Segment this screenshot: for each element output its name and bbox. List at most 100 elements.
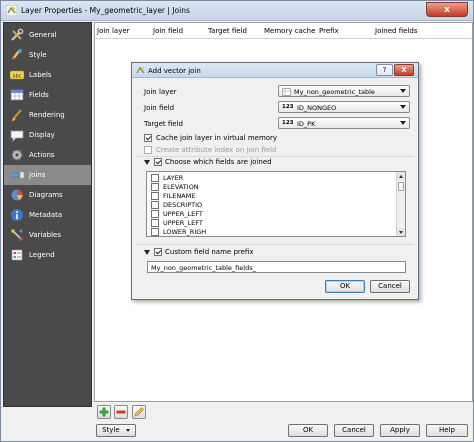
column-header-target-field[interactable]: Target field bbox=[208, 27, 247, 35]
sidebar-item-label: Joins bbox=[29, 171, 46, 179]
remove-join-icon bbox=[116, 410, 126, 414]
cache-join-label: Cache join layer in virtual memory bbox=[156, 134, 278, 142]
prefix-input[interactable] bbox=[151, 264, 401, 272]
dialog-titlebar[interactable]: Add vector join ? X bbox=[132, 63, 418, 78]
integer-type-icon: 123 bbox=[282, 104, 294, 110]
field-checkbox[interactable] bbox=[151, 192, 159, 200]
sidebar-item-diagrams[interactable]: Diagrams bbox=[4, 185, 91, 205]
list-item[interactable]: UPPER_LEFT bbox=[149, 210, 389, 219]
column-header-join-field[interactable]: Join field bbox=[153, 27, 183, 35]
list-item[interactable]: LAYER bbox=[149, 174, 389, 183]
sidebar-item-legend[interactable]: Legend bbox=[4, 245, 91, 265]
brush-icon bbox=[12, 49, 22, 60]
attribute-index-checkbox[interactable] bbox=[144, 146, 152, 154]
field-checkbox[interactable] bbox=[151, 228, 159, 236]
column-header-join-layer[interactable]: Join layer bbox=[97, 27, 130, 35]
list-item[interactable]: LOWER_RIGH bbox=[149, 228, 389, 236]
sidebar-item-label: Fields bbox=[29, 91, 49, 99]
chevron-down-icon bbox=[400, 89, 406, 93]
collapse-triangle-icon[interactable] bbox=[144, 160, 150, 165]
custom-prefix-checkbox[interactable] bbox=[154, 248, 162, 256]
list-item[interactable]: FILENAME bbox=[149, 192, 389, 201]
sidebar-item-general[interactable]: General bbox=[4, 25, 91, 45]
labels-abc-icon: abc bbox=[10, 70, 24, 80]
column-header-memory-cache[interactable]: Memory cache bbox=[264, 27, 315, 35]
list-item[interactable]: DESCRIPTIO bbox=[149, 201, 389, 210]
edit-join-button[interactable] bbox=[132, 405, 146, 419]
chevron-up-icon bbox=[398, 174, 403, 178]
target-field-combo[interactable]: 123 ID_PK bbox=[278, 117, 410, 129]
joined-fields-list[interactable]: LAYER ELEVATION FILENAME DESCRIPTIO UPPE… bbox=[146, 171, 406, 237]
joins-toolbar bbox=[94, 405, 473, 423]
list-item[interactable]: ELEVATION bbox=[149, 183, 389, 192]
sidebar-item-fields[interactable]: Fields bbox=[4, 85, 91, 105]
help-button[interactable]: Help bbox=[426, 424, 468, 437]
dialog-ok-button[interactable]: OK bbox=[325, 280, 365, 293]
scroll-down-button[interactable] bbox=[397, 228, 405, 236]
dialog-title: Add vector join bbox=[148, 67, 201, 75]
field-checkbox[interactable] bbox=[151, 174, 159, 182]
dialog-cancel-button[interactable]: Cancel bbox=[370, 280, 410, 293]
field-name: LAYER bbox=[163, 174, 184, 182]
chevron-down-icon bbox=[125, 428, 130, 432]
speech-bubble-icon bbox=[10, 130, 24, 142]
style-dropdown-button[interactable]: Style bbox=[96, 424, 136, 437]
remove-join-button[interactable] bbox=[114, 405, 128, 419]
chevron-down-icon bbox=[400, 105, 406, 109]
field-name: DESCRIPTIO bbox=[163, 201, 203, 209]
apply-button[interactable]: Apply bbox=[380, 424, 420, 437]
scroll-thumb[interactable] bbox=[398, 182, 404, 191]
field-name: FILENAME bbox=[163, 192, 196, 200]
join-layer-combo[interactable]: My_non_geometric_table bbox=[278, 85, 410, 97]
style-button-label: Style bbox=[102, 426, 120, 434]
prefix-field[interactable] bbox=[147, 261, 406, 273]
divider bbox=[136, 156, 414, 157]
add-join-button[interactable] bbox=[97, 405, 111, 419]
sidebar-item-label: Actions bbox=[29, 151, 55, 159]
field-checkbox[interactable] bbox=[151, 219, 159, 227]
ok-button[interactable]: OK bbox=[288, 424, 328, 437]
join-icon bbox=[11, 171, 24, 179]
attribute-index-label: Create attribute index on join field bbox=[156, 146, 277, 154]
join-field-combo[interactable]: 123 ID_NONGEO bbox=[278, 101, 410, 113]
chevron-down-icon bbox=[400, 121, 406, 125]
join-layer-value: My_non_geometric_table bbox=[294, 88, 375, 96]
table-fields-icon bbox=[10, 89, 24, 101]
sidebar-item-joins[interactable]: Joins bbox=[4, 165, 91, 185]
field-name: UPPER_LEFT bbox=[163, 210, 203, 218]
target-field-label: Target field bbox=[144, 120, 183, 128]
sidebar-item-variables[interactable]: Variables bbox=[4, 225, 91, 245]
cancel-button[interactable]: Cancel bbox=[334, 424, 374, 437]
fields-scrollbar[interactable] bbox=[396, 172, 405, 236]
window-titlebar[interactable]: Layer Properties - My_geometric_layer | … bbox=[1, 1, 473, 21]
join-layer-label: Join layer bbox=[144, 88, 177, 96]
scroll-up-button[interactable] bbox=[397, 172, 405, 180]
field-checkbox[interactable] bbox=[151, 183, 159, 191]
cache-join-checkbox[interactable] bbox=[144, 134, 152, 142]
sidebar-item-label: Metadata bbox=[29, 211, 63, 219]
choose-fields-checkbox[interactable] bbox=[154, 158, 162, 166]
collapse-triangle-icon[interactable] bbox=[144, 250, 150, 255]
sidebar-item-style[interactable]: Style bbox=[4, 45, 91, 65]
field-checkbox[interactable] bbox=[151, 201, 159, 209]
column-header-joined-fields[interactable]: Joined fields bbox=[375, 27, 417, 35]
join-field-label: Join field bbox=[144, 104, 175, 112]
dialog-close-button[interactable]: X bbox=[394, 64, 414, 76]
legend-icon bbox=[11, 249, 23, 261]
sidebar-item-display[interactable]: Display bbox=[4, 125, 91, 145]
sidebar-item-rendering[interactable]: Rendering bbox=[4, 105, 91, 125]
sidebar-item-label: Variables bbox=[29, 231, 61, 239]
list-item[interactable]: UPPER_LEFT bbox=[149, 219, 389, 228]
add-vector-join-dialog: Add vector join ? X Join layer My_non_ge… bbox=[131, 62, 419, 300]
sidebar-item-labels[interactable]: abc Labels bbox=[4, 65, 91, 85]
target-field-value: ID_PK bbox=[297, 120, 316, 128]
column-header-prefix[interactable]: Prefix bbox=[319, 27, 339, 35]
sidebar-item-label: Display bbox=[29, 131, 55, 139]
sidebar-item-actions[interactable]: Actions bbox=[4, 145, 91, 165]
join-field-value: ID_NONGEO bbox=[297, 104, 337, 112]
sidebar-item-metadata[interactable]: Metadata bbox=[4, 205, 91, 225]
window-close-button[interactable]: x bbox=[426, 2, 468, 17]
dialog-help-button[interactable]: ? bbox=[376, 64, 393, 76]
field-checkbox[interactable] bbox=[151, 210, 159, 218]
table-layer-icon bbox=[282, 87, 291, 96]
